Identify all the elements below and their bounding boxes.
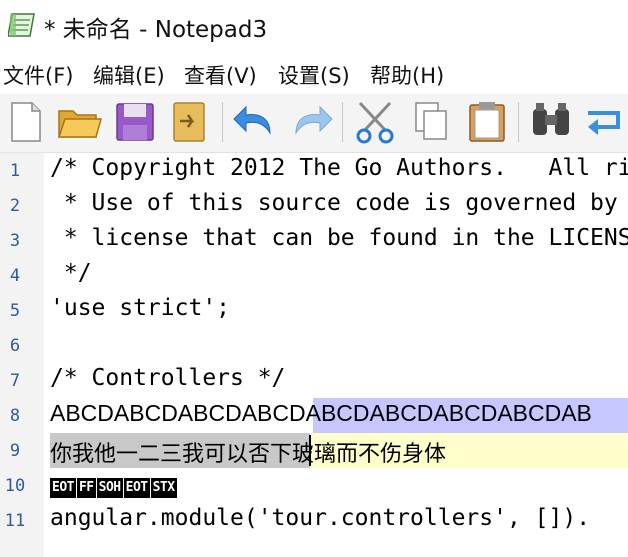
line-number: 7 <box>9 371 21 391</box>
toolbar <box>0 94 628 153</box>
control-char-badge: STX <box>150 477 177 498</box>
undo-icon[interactable] <box>232 99 278 145</box>
code-line-selected: 8 ABCDABCDABCDABCDABCDABCDABCDABCDAB <box>0 398 628 433</box>
line-text: /* Copyright 2012 The Go Authors. All ri <box>50 155 628 181</box>
save-as-icon[interactable] <box>166 99 212 145</box>
save-icon[interactable] <box>112 99 158 145</box>
replace-icon[interactable] <box>582 99 628 145</box>
selected-text: 你我他一二三我可以否 <box>50 442 271 467</box>
line-number: 11 <box>4 511 26 531</box>
text-caret <box>309 435 311 466</box>
line-text: EOT FF SOH EOT STX <box>50 474 178 500</box>
code-line: 2 * Use of this source code is governed … <box>0 188 628 223</box>
cut-icon[interactable] <box>352 99 398 145</box>
code-line: 5 'use strict'; <box>0 293 628 328</box>
unselected-text: ABCDABCDABCDABCDABC <box>50 400 353 426</box>
menu-view[interactable]: 查看(V) <box>184 60 257 90</box>
line-number: 8 <box>9 406 21 426</box>
code-line: 1 /* Copyright 2012 The Go Authors. All … <box>0 153 628 188</box>
notepad-icon <box>7 12 36 38</box>
line-text: angular.module('tour.controllers', []). <box>50 505 591 531</box>
menu-settings[interactable]: 设置(S) <box>278 60 350 90</box>
unselected-text: 下玻璃而不伤身体 <box>270 442 447 467</box>
code-line: 4 */ <box>0 258 628 293</box>
line-text: 'use strict'; <box>50 295 231 321</box>
line-number: 2 <box>9 196 21 216</box>
control-char-badge: FF <box>76 477 96 498</box>
code-line-current: 9 你我他一二三我可以否下玻璃而不伤身体 <box>0 433 628 468</box>
menu-edit[interactable]: 编辑(E) <box>93 60 165 90</box>
selected-text: DABCDABCDABCDAB <box>352 400 592 426</box>
control-char-badge: EOT <box>123 477 150 498</box>
line-text: 你我他一二三我可以否下玻璃而不伤身体 <box>50 436 446 468</box>
title-bar: * 未命名 - Notepad3 <box>0 0 628 52</box>
line-text: /* Controllers */ <box>50 365 286 391</box>
control-char-badge: SOH <box>96 477 123 498</box>
line-number: 3 <box>9 231 21 251</box>
find-icon[interactable] <box>528 99 574 145</box>
paste-icon[interactable] <box>464 99 510 145</box>
code-line: 10 EOT FF SOH EOT STX <box>0 468 628 503</box>
redo-icon[interactable] <box>288 99 334 145</box>
code-line: 3 * license that can be found in the LIC… <box>0 223 628 258</box>
line-number: 1 <box>9 161 21 181</box>
line-number: 6 <box>9 336 21 356</box>
code-line: 7 /* Controllers */ <box>0 363 628 398</box>
line-text: * Use of this source code is governed by <box>50 190 618 216</box>
copy-icon[interactable] <box>408 99 454 145</box>
code-line: 6 <box>0 328 628 363</box>
window-title: * 未命名 - Notepad3 <box>44 17 268 43</box>
line-number: 4 <box>9 266 21 286</box>
line-text: * license that can be found in the LICEN… <box>50 225 628 251</box>
control-char-badge: EOT <box>50 477 76 498</box>
line-number: 10 <box>4 476 26 496</box>
code-line: 11 angular.module('tour.controllers', []… <box>0 503 628 538</box>
new-file-icon[interactable] <box>2 99 48 145</box>
menu-help[interactable]: 帮助(H) <box>370 60 444 90</box>
editor-area[interactable]: 1 /* Copyright 2012 The Go Authors. All … <box>0 153 628 557</box>
open-folder-icon[interactable] <box>56 99 102 145</box>
line-number: 9 <box>9 441 21 461</box>
menu-bar: 文件(F) 编辑(E) 查看(V) 设置(S) 帮助(H) <box>0 56 628 92</box>
line-text: ABCDABCDABCDABCDABCDABCDABCDABCDAB <box>50 400 592 427</box>
line-text: */ <box>50 260 92 286</box>
line-number: 5 <box>9 301 21 321</box>
menu-file[interactable]: 文件(F) <box>3 60 73 90</box>
